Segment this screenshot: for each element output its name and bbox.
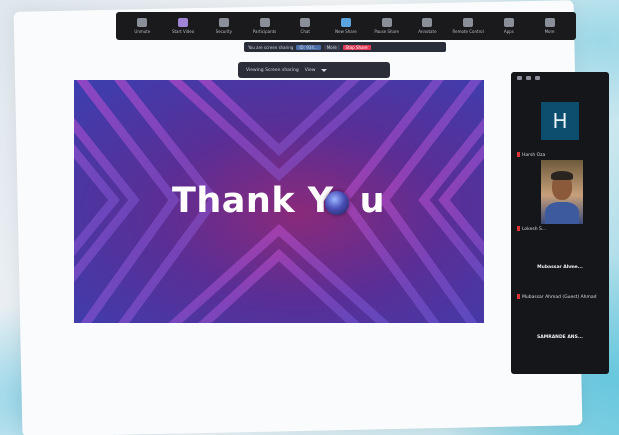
toolbar-label: Pause Share: [374, 29, 399, 34]
video-camera-icon: [178, 18, 189, 27]
unmute-button[interactable]: Unmute: [122, 18, 162, 34]
start-video-button[interactable]: Start Video: [163, 18, 203, 34]
pen-icon: [422, 18, 433, 27]
toolbar-label: Security: [215, 29, 233, 34]
slide-title: Thank Y u: [172, 181, 385, 221]
participants-button[interactable]: Participants: [245, 18, 285, 34]
share-status-text: You are screen sharing: [248, 44, 294, 50]
gallery-view-icon[interactable]: [517, 76, 522, 80]
stop-share-button[interactable]: Stop Share: [342, 44, 371, 50]
meeting-toolbar: Unmute Start Video Security Participants…: [116, 12, 576, 40]
security-button[interactable]: Security: [204, 18, 244, 34]
shield-icon: [218, 18, 229, 27]
apps-button[interactable]: Apps: [489, 18, 529, 34]
chat-button[interactable]: Chat: [285, 18, 325, 34]
toolbar-label: Remote Control: [452, 29, 484, 34]
share-more-button[interactable]: More: [323, 44, 340, 50]
toolbar-label: Start Video: [171, 29, 195, 34]
hide-panel-icon[interactable]: [535, 76, 540, 80]
view-options-bar[interactable]: Viewing Screen sharing View: [238, 62, 390, 78]
toolbar-label: Apps: [503, 29, 514, 34]
toolbar-label: New Share: [335, 29, 357, 34]
chevron-down-icon: [321, 68, 328, 72]
chat-icon: [300, 18, 311, 27]
view-options-dropdown[interactable]: View: [305, 68, 316, 73]
slide-title-start: Thank Y: [172, 181, 334, 221]
toolbar-label: Chat: [300, 29, 310, 34]
panel-header: [517, 76, 540, 80]
globe-icon: [325, 191, 349, 215]
meeting-id-badge[interactable]: ID: 934...: [296, 44, 321, 50]
microphone-icon: [137, 18, 148, 27]
pause-share-button[interactable]: Pause Share: [367, 18, 407, 34]
toolbar-label: Unmute: [134, 29, 151, 34]
video-shirt: [545, 202, 579, 224]
more-icon: [544, 18, 555, 27]
participant-tile[interactable]: SAMRANDE ANS...: [517, 326, 603, 348]
toolbar-label: Annotate: [418, 29, 437, 34]
participant-tile[interactable]: Mubassar Ahme...: [517, 256, 603, 278]
toolbar-label: Participants: [252, 29, 277, 34]
speaker-view-icon[interactable]: [526, 76, 531, 80]
share-screen-icon: [340, 18, 351, 27]
share-status-bar: You are screen sharing ID: 934... More S…: [244, 42, 446, 52]
remote-control-icon: [463, 18, 474, 27]
participant-name: Lokesh S...: [517, 226, 546, 232]
toolbar-label: More: [544, 29, 555, 34]
remote-control-button[interactable]: Remote Control: [448, 18, 488, 34]
view-options-label: Viewing Screen sharing: [246, 67, 299, 73]
participant-name: Mubassar Ahmad (Guest) Ahmad: [517, 294, 597, 300]
apps-icon: [503, 18, 514, 27]
participant-name: Harsh Oza: [517, 152, 545, 158]
shared-slide: Thank Y u: [74, 80, 484, 323]
participant-video[interactable]: [541, 160, 583, 224]
more-button[interactable]: More: [530, 18, 570, 34]
slide-title-end: u: [359, 181, 386, 221]
pause-icon: [381, 18, 392, 27]
participants-panel: H Harsh Oza Lokesh S... Mubassar Ahme...…: [511, 72, 609, 374]
avatar[interactable]: H: [541, 102, 579, 140]
people-icon: [259, 18, 270, 27]
new-share-button[interactable]: New Share: [326, 18, 366, 34]
video-hair: [551, 171, 573, 180]
annotate-button[interactable]: Annotate: [407, 18, 447, 34]
